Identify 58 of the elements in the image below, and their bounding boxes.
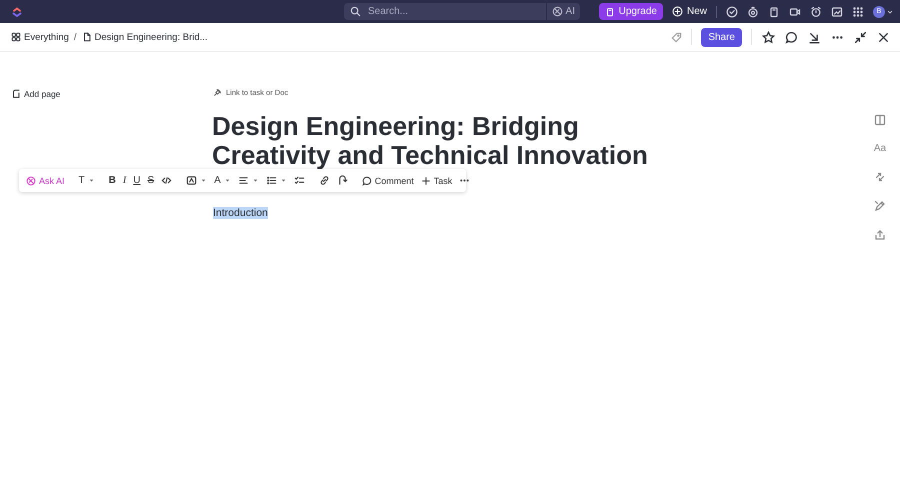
comment-button[interactable]: Comment: [362, 176, 414, 186]
underline-button[interactable]: U: [133, 175, 140, 186]
task-button[interactable]: Task: [420, 176, 452, 186]
search-field[interactable]: Search... AI: [344, 3, 580, 20]
text-box-icon[interactable]: [186, 175, 198, 186]
upgrade-button[interactable]: Upgrade: [598, 3, 663, 20]
add-page-link[interactable]: Add page: [11, 89, 60, 99]
caret-icon[interactable]: [280, 177, 287, 184]
close-icon[interactable]: [877, 30, 890, 44]
ask-ai-button[interactable]: Ask AI: [26, 176, 65, 186]
apps-grid-icon[interactable]: [852, 6, 864, 18]
ai-button[interactable]: AI: [546, 3, 580, 20]
star-icon[interactable]: [762, 30, 775, 44]
page-icon: [11, 89, 21, 99]
stopwatch-icon[interactable]: [747, 6, 759, 18]
export-icon[interactable]: [874, 229, 886, 241]
share-button[interactable]: Share: [701, 28, 742, 46]
plus-circle-icon: [672, 6, 683, 17]
text-style-button[interactable]: A: [214, 175, 221, 186]
screen-chart-icon[interactable]: [831, 6, 843, 18]
clipboard-icon[interactable]: [768, 6, 780, 18]
align-icon[interactable]: [238, 175, 249, 186]
comment-icon[interactable]: [785, 30, 798, 44]
alarm-clock-icon[interactable]: [810, 6, 822, 18]
code-icon[interactable]: [161, 175, 172, 186]
search-icon: [350, 6, 361, 17]
document-title: Design Engineering: Bridging Creativity and Technical Innovation: [212, 112, 649, 170]
bullet-list-icon[interactable]: [266, 175, 277, 186]
download-icon[interactable]: [808, 30, 821, 44]
checklist-icon[interactable]: [294, 175, 305, 186]
caret-icon[interactable]: [252, 177, 259, 184]
grid-icon: [11, 32, 21, 42]
paragraph-text: Introduction: [213, 207, 268, 219]
video-icon[interactable]: [789, 6, 801, 18]
document-icon: [82, 32, 92, 42]
loop-icon[interactable]: [336, 175, 348, 186]
ai-icon: [26, 176, 36, 186]
caret-icon[interactable]: [224, 177, 231, 184]
strikethrough-button[interactable]: S: [147, 175, 154, 186]
arrows-icon[interactable]: [874, 171, 886, 183]
collapse-icon[interactable]: [854, 30, 867, 44]
columns-icon[interactable]: [874, 114, 886, 126]
caret-icon[interactable]: [88, 177, 95, 184]
font-button[interactable]: Aa: [874, 143, 886, 154]
breadcrumb-link[interactable]: Everything: [11, 32, 69, 42]
caret-icon[interactable]: [200, 177, 208, 184]
new-button[interactable]: New: [672, 6, 707, 17]
breadcrumb-separator: /: [74, 32, 77, 42]
text-style-button[interactable]: T: [78, 175, 85, 186]
italic-button[interactable]: I: [122, 175, 126, 186]
bold-button[interactable]: B: [108, 175, 116, 186]
breadcrumb-link[interactable]: Design Engineering: Brid...: [82, 32, 208, 42]
comment-icon: [362, 176, 372, 186]
plus-icon: [420, 176, 431, 186]
check-circle-icon[interactable]: [726, 6, 738, 18]
logo-icon[interactable]: [11, 6, 23, 18]
tag-icon[interactable]: [671, 32, 682, 42]
pen-icon[interactable]: [874, 200, 886, 212]
